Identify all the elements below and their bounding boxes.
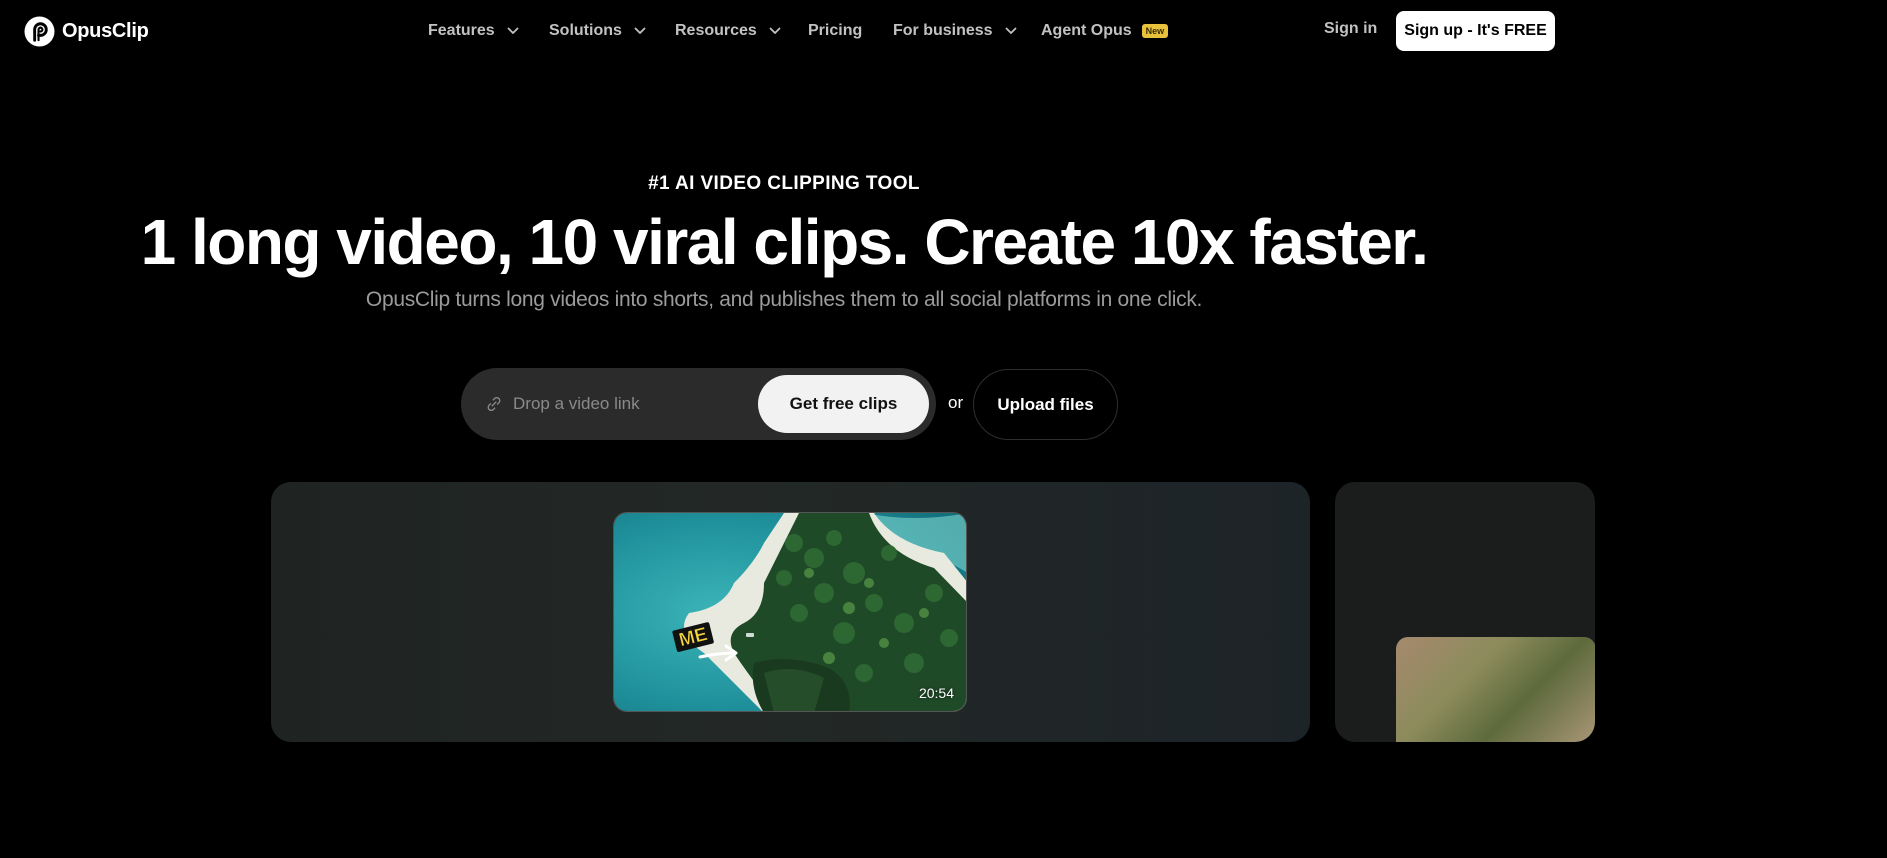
secondary-preview-card [1335,482,1595,742]
nav-item-label: Pricing [808,22,863,39]
brand-logo[interactable]: OpusClip [24,16,149,47]
video-thumbnail[interactable]: ME 20:54 [613,512,967,712]
nav-item-label: Resources [675,22,757,39]
nav-item-features[interactable]: Features [428,20,519,42]
nav-item-resources[interactable]: Resources [675,20,781,42]
chevron-down-icon [1005,27,1016,34]
chevron-down-icon [507,27,519,34]
hero-eyebrow: #1 AI VIDEO CLIPPING TOOL [648,173,920,194]
secondary-video-thumbnail[interactable] [1396,637,1595,742]
sign-up-button[interactable]: Sign up - It's FREE [1396,11,1555,51]
hero-headline: 1 long video, 10 viral clips. Create 10x… [140,206,1429,278]
chevron-down-icon [634,27,646,34]
top-navigation: OpusClip Features Solutions Resources Pr… [0,0,1568,62]
nav-item-label: Features [428,22,495,39]
new-badge: New [1141,24,1169,38]
video-link-input[interactable] [511,386,751,422]
hero-subheadline: OpusClip turns long videos into shorts, … [365,288,1203,311]
link-icon [487,396,501,412]
or-separator: or [948,393,964,412]
sign-in-link[interactable]: Sign in [1324,20,1377,38]
nav-item-label: Agent Opus [1041,22,1132,39]
island-aerial-image: ME [614,513,966,711]
nav-item-label: For business [893,22,993,39]
opusclip-logo-icon [24,16,55,47]
brand-name: OpusClip [62,20,149,42]
nav-item-agent-opus[interactable]: Agent Opus New [1041,20,1169,42]
upload-files-button[interactable]: Upload files [973,369,1118,440]
nav-item-label: Solutions [549,22,622,39]
nav-item-for-business[interactable]: For business [893,20,1017,42]
nav-item-solutions[interactable]: Solutions [549,20,646,42]
video-link-form: Get free clips [461,368,936,440]
get-free-clips-button[interactable]: Get free clips [758,375,929,433]
nav-item-pricing[interactable]: Pricing [808,20,862,42]
demo-preview-card: ME 20:54 [271,482,1310,742]
video-duration: 20:54 [918,685,954,701]
chevron-down-icon [769,27,781,34]
